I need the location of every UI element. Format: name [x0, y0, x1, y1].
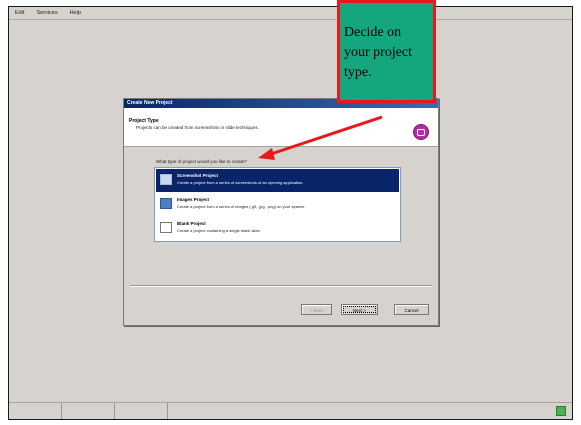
screenshot-project-icon [160, 174, 172, 185]
images-project-icon [160, 198, 172, 209]
status-fill [168, 403, 550, 419]
dialog-body: What type of project would you like to c… [124, 147, 438, 325]
header-title: Project Type [129, 118, 159, 124]
menu-edit[interactable]: Edit [15, 10, 24, 16]
menu-help[interactable]: Help [70, 10, 81, 16]
status-panel [115, 403, 168, 419]
menu-bar: Edit Services Help [9, 7, 572, 20]
project-type-question: What type of project would you like to c… [156, 159, 247, 164]
back-button[interactable]: < Back [301, 304, 332, 315]
callout-text: Decide on your project type. [344, 25, 413, 80]
status-panel [62, 403, 115, 419]
project-type-title: Blank Project [177, 221, 206, 226]
menu-services[interactable]: Services [36, 10, 57, 16]
next-button[interactable]: Next > [341, 304, 378, 315]
project-type-description: Create a project from a series of images… [177, 204, 306, 209]
project-type-list: Screenshot Project Create a project from… [154, 167, 401, 242]
button-divider [130, 285, 432, 287]
status-bar [9, 402, 572, 419]
project-type-description: Create a project containing a single bla… [177, 228, 261, 233]
dialog-header: Project Type Projects can be created fro… [124, 108, 438, 147]
status-tray [550, 403, 572, 419]
tray-icon[interactable] [556, 406, 566, 416]
status-panel [9, 403, 62, 419]
project-type-title: Screenshot Project [177, 173, 219, 178]
header-description: Projects can be created from screenshots… [136, 125, 260, 130]
create-project-dialog: Create New Project Project Type Projects… [123, 98, 439, 326]
project-type-description: Create a project from a series of screen… [177, 180, 304, 185]
app-logo-icon [413, 124, 429, 140]
project-type-screenshot[interactable]: Screenshot Project Create a project from… [156, 169, 399, 192]
blank-project-icon [160, 222, 172, 233]
cancel-button[interactable]: Cancel [394, 304, 429, 315]
project-type-title: Images Project [177, 197, 210, 202]
project-type-images[interactable]: Images Project Create a project from a s… [156, 193, 399, 216]
project-type-blank[interactable]: Blank Project Create a project containin… [156, 217, 399, 240]
instruction-callout: Decide on your project type. [337, 0, 436, 103]
